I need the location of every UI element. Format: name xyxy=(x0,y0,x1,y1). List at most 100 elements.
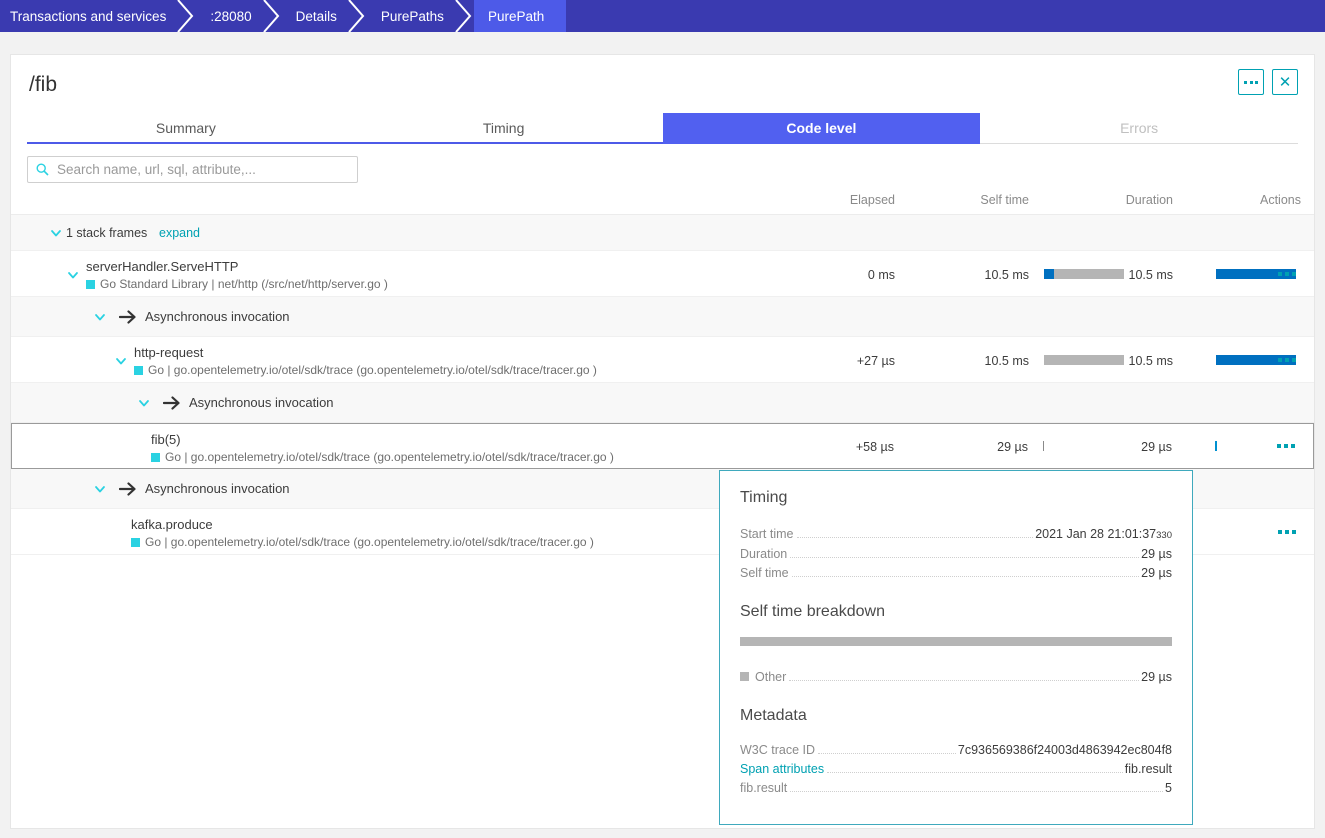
breadcrumb-item-purepaths[interactable]: PurePaths xyxy=(366,0,454,32)
column-header-duration: Duration xyxy=(1125,193,1173,207)
stack-frames-row[interactable]: 1 stack frames expand xyxy=(11,215,1314,251)
metadata-key: fib.result xyxy=(740,781,788,795)
cell-elapsed: +58 µs xyxy=(855,440,894,454)
language-swatch-icon xyxy=(151,452,160,462)
detail-key: Duration xyxy=(740,547,788,561)
breadcrumb-separator-icon xyxy=(262,0,282,32)
breadcrumb-item-port[interactable]: :28080 xyxy=(196,0,262,32)
language-swatch-icon xyxy=(131,537,140,547)
frame-detail: Go | go.opentelemetry.io/otel/sdk/trace … xyxy=(151,450,614,464)
metadata-row-span-attributes[interactable]: Span attributes fib.result xyxy=(740,760,1172,779)
async-invocation-row[interactable]: Asynchronous invocation xyxy=(11,297,1314,337)
async-arrow-icon xyxy=(118,480,137,498)
header-actions: ✕ xyxy=(1238,69,1298,95)
span-details-popover: Timing Start time 2021 Jan 28 21:01:3733… xyxy=(719,470,1193,825)
row-actions-button[interactable] xyxy=(1277,444,1295,448)
card-header: /fib ✕ xyxy=(11,55,1314,113)
cell-elapsed: +27 µs xyxy=(856,354,895,368)
frame-detail: Go Standard Library | net/http (/src/net… xyxy=(86,277,388,291)
async-label: Asynchronous invocation xyxy=(145,481,290,496)
table-row-selected[interactable]: fib(5) Go | go.opentelemetry.io/otel/sdk… xyxy=(11,423,1314,469)
self-time-bar xyxy=(1044,269,1124,279)
column-header-elapsed: Elapsed xyxy=(849,193,895,207)
detail-key: Start time xyxy=(740,527,794,541)
metadata-value: fib.result xyxy=(1124,762,1172,776)
frame-detail-text: Go | go.opentelemetry.io/otel/sdk/trace … xyxy=(165,450,614,464)
leader-dots xyxy=(790,791,1164,792)
table-row[interactable]: http-request Go | go.opentelemetry.io/ot… xyxy=(11,337,1314,383)
frame-detail-text: Go | go.opentelemetry.io/otel/sdk/trace … xyxy=(145,535,594,549)
tab-label: Summary xyxy=(155,119,216,136)
tab-summary[interactable]: Summary xyxy=(27,113,345,144)
breadcrumb-item-label: PurePaths xyxy=(380,8,444,24)
column-header-actions: Actions xyxy=(1260,193,1301,207)
tab-errors[interactable]: Errors xyxy=(980,113,1298,144)
leader-dots xyxy=(827,772,1123,773)
self-time-bar xyxy=(1044,355,1124,365)
breadcrumb-item-label: Transactions and services xyxy=(10,8,167,24)
leader-dots xyxy=(818,753,956,754)
search-row xyxy=(11,144,1314,193)
popover-heading-timing: Timing xyxy=(740,489,788,506)
tab-label: Errors xyxy=(1120,120,1159,136)
frame-detail-text: Go Standard Library | net/http (/src/net… xyxy=(100,277,388,291)
legend-swatch-icon xyxy=(740,672,749,681)
breadcrumb-item-label: PurePath xyxy=(487,8,545,24)
row-actions-button[interactable] xyxy=(1278,530,1296,534)
search-box[interactable] xyxy=(27,156,358,183)
chevron-down-icon[interactable] xyxy=(93,482,107,496)
detail-value: 2021 Jan 28 21:01:37330 xyxy=(1035,525,1172,545)
chevron-down-icon[interactable] xyxy=(93,310,107,324)
close-button[interactable]: ✕ xyxy=(1272,69,1298,95)
span-attributes-link[interactable]: Span attributes xyxy=(740,760,824,779)
chevron-down-icon[interactable] xyxy=(114,354,128,368)
page-title: /fib xyxy=(29,73,58,96)
tab-bar: Summary Timing Code level Errors xyxy=(11,113,1314,144)
async-invocation-row[interactable]: Asynchronous invocation xyxy=(11,383,1314,423)
search-input[interactable] xyxy=(55,161,349,178)
ellipsis-icon xyxy=(1244,80,1258,84)
metadata-row-fib-result: fib.result 5 xyxy=(740,779,1172,798)
tab-timing[interactable]: Timing xyxy=(344,113,663,144)
popover-heading-metadata: Metadata xyxy=(740,707,807,724)
cell-self-time: 10.5 ms xyxy=(984,268,1029,282)
breadcrumb-separator-icon xyxy=(454,0,474,32)
table-row[interactable]: serverHandler.ServeHTTP Go Standard Libr… xyxy=(11,251,1314,297)
frame-detail: Go | go.opentelemetry.io/otel/sdk/trace … xyxy=(131,535,594,549)
detail-row-self-time: Self time 29 µs xyxy=(740,564,1172,583)
search-icon xyxy=(36,163,49,176)
metadata-value: 7c936569386f24003d4863942ec804f8 xyxy=(957,743,1172,757)
metadata-row-w3c-trace-id: W3C trace ID 7c936569386f24003d4863942ec… xyxy=(740,741,1172,760)
column-header-self-time: Self time xyxy=(980,193,1029,207)
frame-name: kafka.produce xyxy=(131,517,213,532)
async-label: Asynchronous invocation xyxy=(189,395,334,410)
legend-label-text: Other xyxy=(755,670,787,684)
breadcrumb-item-details[interactable]: Details xyxy=(281,0,347,32)
breadcrumb-item-label: :28080 xyxy=(210,8,252,24)
tab-label: Timing xyxy=(482,119,525,136)
chevron-down-icon[interactable] xyxy=(66,268,80,282)
row-actions-button[interactable] xyxy=(1278,358,1296,362)
leader-dots xyxy=(791,576,1140,577)
language-swatch-icon xyxy=(86,279,95,289)
cell-elapsed: 0 ms xyxy=(867,268,895,282)
row-actions-button[interactable] xyxy=(1278,272,1296,276)
breadcrumb-item-purepath[interactable]: PurePath xyxy=(473,0,567,32)
breadcrumb-item-label: Details xyxy=(295,8,337,24)
language-swatch-icon xyxy=(134,365,143,375)
chevron-down-icon[interactable] xyxy=(137,396,151,410)
cell-duration: 29 µs xyxy=(1141,440,1172,454)
chevron-down-icon[interactable] xyxy=(49,226,63,240)
frame-detail: Go | go.opentelemetry.io/otel/sdk/trace … xyxy=(134,363,597,377)
breadcrumb-separator-icon xyxy=(176,0,196,32)
leader-dots xyxy=(789,680,1140,681)
async-arrow-icon xyxy=(118,308,137,326)
breakdown-legend-row-other: Other 29 µs xyxy=(740,668,1172,687)
breadcrumb-separator-icon xyxy=(347,0,367,32)
frame-name: fib(5) xyxy=(151,432,181,447)
cell-self-time: 10.5 ms xyxy=(984,354,1029,368)
breadcrumb-item-transactions-and-services[interactable]: Transactions and services xyxy=(0,0,177,32)
more-options-button[interactable] xyxy=(1238,69,1264,95)
expand-link[interactable]: expand xyxy=(159,226,200,240)
tab-code-level[interactable]: Code level xyxy=(662,113,981,144)
